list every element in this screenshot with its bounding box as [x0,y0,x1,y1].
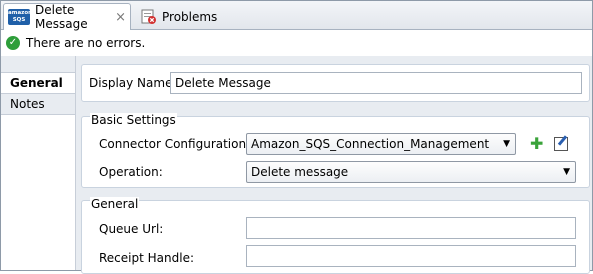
tab-bar: amazon SQS Delete Message × Problems [1,1,592,31]
tab-problems[interactable]: Problems [137,3,221,30]
check-icon: ✓ [6,36,20,50]
operation-label: Operation: [99,165,163,179]
status-bar: ✓ There are no errors. [6,34,145,52]
status-text: There are no errors. [26,36,146,50]
chevron-down-icon: ▼ [503,139,510,149]
chevron-down-icon: ▼ [563,167,570,177]
edit-icon[interactable] [554,137,568,151]
nav-header [1,56,75,73]
queue-url-input[interactable] [246,217,576,239]
nav-item-general[interactable]: General [1,73,75,94]
tab-delete-message[interactable]: amazon SQS Delete Message × [3,3,131,31]
tab-label: Problems [162,9,218,24]
basic-settings-group: Basic Settings Connector Configuration: … [81,113,590,188]
nav-item-notes[interactable]: Notes [1,94,75,115]
receipt-handle-input[interactable] [246,245,576,267]
display-name-label: Display Name: [89,76,177,90]
add-icon[interactable]: ✚ [530,136,543,152]
display-name-input[interactable]: Delete Message [170,72,582,94]
display-name-group: Display Name: Delete Message [81,64,590,102]
connector-configuration-select[interactable]: Amazon_SQS_Connection_Management ▼ [246,133,516,155]
problems-icon [141,9,157,25]
operation-select[interactable]: Delete message ▼ [246,161,576,183]
connector-configuration-value: Amazon_SQS_Connection_Management [251,137,490,151]
receipt-handle-label: Receipt Handle: [99,251,194,265]
queue-url-label: Queue Url: [99,222,164,236]
close-icon[interactable]: × [115,10,126,25]
connector-configuration-label: Connector Configuration: [99,137,251,151]
properties-panel: Display Name: Delete Message Basic Setti… [75,56,592,274]
side-nav: General Notes [1,56,75,270]
general-group: General Queue Url: Receipt Handle: [81,197,590,274]
tab-label: Delete Message [35,3,88,31]
general-title: General [90,197,140,211]
operation-value: Delete message [251,165,349,179]
amazon-sqs-icon: amazon SQS [8,9,33,25]
basic-settings-title: Basic Settings [90,113,177,127]
